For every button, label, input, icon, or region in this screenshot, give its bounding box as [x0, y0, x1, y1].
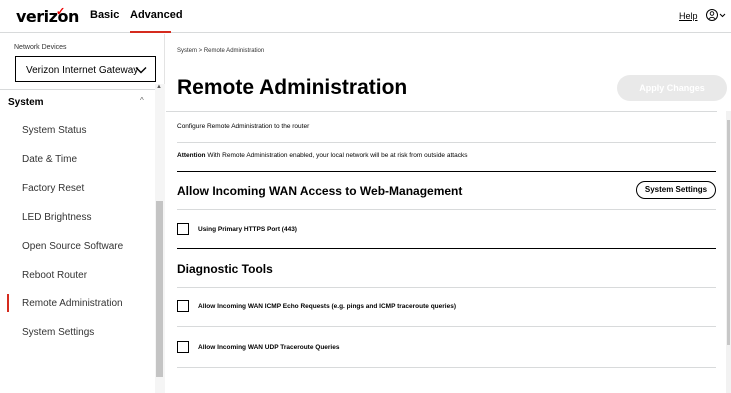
sidebar-item-open-source-software[interactable]: Open Source Software: [22, 241, 123, 252]
icmp-echo-checkbox[interactable]: [177, 300, 189, 312]
wan-access-title: Allow Incoming WAN Access to Web-Managem…: [177, 184, 463, 198]
attention-message: With Remote Administration enabled, your…: [205, 152, 468, 159]
page-title: Remote Administration: [177, 76, 408, 99]
verizon-logo[interactable]: verizon: [16, 7, 79, 26]
sidebar-divider: [0, 89, 155, 90]
apply-changes-button[interactable]: Apply Changes: [617, 75, 727, 101]
sidebar-item-led-brightness[interactable]: LED Brightness: [22, 212, 91, 223]
user-icon[interactable]: [705, 8, 727, 22]
device-select[interactable]: Verizon Internet Gateway: [15, 56, 156, 82]
device-select-value: Verizon Internet Gateway: [26, 65, 139, 76]
attention-divider: [177, 171, 716, 172]
attention-label: Attention: [177, 152, 206, 159]
sidebar-item-remote-administration[interactable]: Remote Administration: [22, 298, 123, 309]
description-text: Configure Remote Administration to the r…: [177, 123, 310, 130]
tab-advanced[interactable]: Advanced: [130, 9, 183, 21]
icmp-divider: [177, 326, 716, 327]
attention-text: Attention With Remote Administration ena…: [177, 152, 467, 159]
sidebar-item-date-time[interactable]: Date & Time: [22, 154, 77, 165]
title-divider: [166, 111, 717, 112]
chevron-down-icon: [135, 67, 147, 74]
sidebar: Network Devices Verizon Internet Gateway…: [0, 34, 165, 393]
logo-check-icon: ✓: [56, 6, 66, 18]
chevron-up-icon[interactable]: ^: [140, 96, 144, 105]
https-port-label: Using Primary HTTPS Port (443): [198, 226, 297, 233]
sidebar-item-system-settings[interactable]: System Settings: [22, 327, 94, 338]
sidebar-item-reboot-router[interactable]: Reboot Router: [22, 270, 87, 281]
breadcrumb: System > Remote Administration: [177, 48, 265, 54]
diagnostic-tools-title: Diagnostic Tools: [177, 262, 273, 276]
sidebar-item-system-status[interactable]: System Status: [22, 125, 86, 136]
active-tab-indicator: [130, 31, 171, 33]
network-devices-label: Network Devices: [14, 44, 67, 51]
description-divider: [177, 142, 716, 143]
https-divider: [177, 248, 716, 249]
diagnostic-divider: [177, 287, 716, 288]
sidebar-section-system[interactable]: System: [8, 97, 44, 108]
tab-basic[interactable]: Basic: [90, 9, 119, 21]
https-port-checkbox[interactable]: [177, 223, 189, 235]
udp-divider: [177, 367, 716, 368]
udp-traceroute-label: Allow Incoming WAN UDP Traceroute Querie…: [198, 344, 340, 351]
help-link[interactable]: Help: [679, 11, 698, 21]
wan-section-divider: [177, 209, 716, 210]
udp-traceroute-checkbox[interactable]: [177, 341, 189, 353]
top-bar: verizon ✓ Basic Advanced Help: [0, 0, 731, 33]
main-scrollbar-thumb[interactable]: [727, 120, 730, 345]
scroll-up-arrow-icon[interactable]: ▲: [156, 84, 162, 90]
system-settings-button[interactable]: System Settings: [636, 181, 716, 199]
sidebar-scrollbar-thumb[interactable]: [156, 201, 163, 377]
icmp-echo-label: Allow Incoming WAN ICMP Echo Requests (e…: [198, 303, 456, 310]
sidebar-item-factory-reset[interactable]: Factory Reset: [22, 183, 84, 194]
sidebar-active-indicator: [7, 294, 9, 312]
